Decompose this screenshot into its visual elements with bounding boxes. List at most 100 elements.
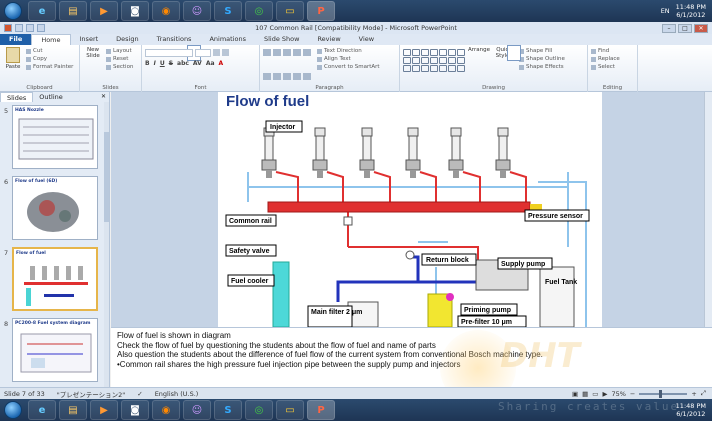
- skype-icon[interactable]: S: [214, 400, 242, 420]
- chat-icon[interactable]: ☺: [183, 400, 211, 420]
- tab-review[interactable]: Review: [308, 34, 349, 45]
- start-button[interactable]: [4, 2, 22, 20]
- powerpoint-icon[interactable]: P: [307, 400, 335, 420]
- explorer-icon[interactable]: ▤: [59, 1, 87, 21]
- shadow-button[interactable]: abc: [177, 60, 189, 67]
- align-text-button[interactable]: Align Text: [317, 55, 380, 63]
- reset-button[interactable]: Reset: [106, 55, 133, 63]
- fuel-flow-diagram[interactable]: Injector Common rail Pressure sensor Saf…: [218, 92, 602, 327]
- slide-sorter-icon[interactable]: ▦: [582, 390, 588, 398]
- tab-file[interactable]: File: [0, 34, 32, 45]
- shape-item[interactable]: [430, 65, 438, 72]
- strikethrough-button[interactable]: S: [169, 60, 173, 67]
- section-button[interactable]: Section: [106, 63, 133, 71]
- shape-item[interactable]: [439, 65, 447, 72]
- normal-view-icon[interactable]: ▣: [572, 390, 578, 398]
- thumbnail-slide-7[interactable]: 7 Flow of fuel: [0, 247, 105, 311]
- shape-effects-button[interactable]: Shape Effects: [519, 63, 565, 71]
- clock[interactable]: 11:48 PM 6/1/2012: [676, 3, 706, 19]
- thumbnail-slide-8[interactable]: 8 PC200-8 Fuel system diagram: [0, 318, 105, 382]
- media-player-icon[interactable]: ▶: [90, 400, 118, 420]
- folder-icon[interactable]: ▭: [276, 400, 304, 420]
- firefox-icon[interactable]: ◉: [152, 1, 180, 21]
- bold-button[interactable]: B: [145, 60, 150, 67]
- panel-scrollbar[interactable]: [104, 102, 109, 387]
- explorer-icon[interactable]: ▤: [59, 400, 87, 420]
- tab-outline[interactable]: Outline: [33, 92, 69, 102]
- zoom-slider[interactable]: [639, 389, 688, 398]
- layout-button[interactable]: Layout: [106, 47, 133, 55]
- zoom-slider-knob[interactable]: [659, 389, 663, 398]
- align-center-icon[interactable]: [273, 73, 281, 80]
- shape-item[interactable]: [421, 65, 429, 72]
- tab-home[interactable]: Home: [31, 34, 71, 45]
- camera-icon[interactable]: ◙: [121, 1, 149, 21]
- shape-item[interactable]: [448, 65, 456, 72]
- shape-item[interactable]: [457, 65, 465, 72]
- underline-button[interactable]: U: [160, 60, 165, 67]
- cut-button[interactable]: Cut: [26, 47, 73, 55]
- notes-pane[interactable]: Flow of fuel is shown in diagram Check t…: [111, 327, 712, 387]
- panel-scroll-thumb[interactable]: [104, 132, 109, 222]
- shape-outline-button[interactable]: Shape Outline: [519, 55, 565, 63]
- font-color-icon[interactable]: A: [219, 60, 224, 67]
- shape-item[interactable]: [457, 49, 465, 56]
- shrink-font-icon[interactable]: [222, 49, 229, 56]
- reading-view-icon[interactable]: ▭: [592, 390, 598, 398]
- fit-slide-icon[interactable]: ⤢: [701, 389, 706, 398]
- numbering-icon[interactable]: [273, 49, 281, 56]
- shape-item[interactable]: [412, 57, 420, 64]
- shape-item[interactable]: [457, 57, 465, 64]
- camera-icon[interactable]: ◙: [121, 400, 149, 420]
- shape-item[interactable]: [430, 57, 438, 64]
- tab-insert[interactable]: Insert: [71, 34, 108, 45]
- zoom-out-icon[interactable]: −: [630, 390, 635, 398]
- shape-item[interactable]: [412, 49, 420, 56]
- media-player-icon[interactable]: ▶: [90, 1, 118, 21]
- smartart-button[interactable]: Convert to SmartArt: [317, 63, 380, 71]
- clock-bottom[interactable]: 11:48 PM 6/1/2012: [676, 402, 706, 418]
- language-status[interactable]: English (U.S.): [155, 390, 199, 398]
- find-button[interactable]: Find: [591, 47, 634, 55]
- chat-icon[interactable]: ☺: [183, 1, 211, 21]
- chrome-icon[interactable]: ◎: [245, 1, 273, 21]
- grow-font-icon[interactable]: [213, 49, 220, 56]
- ie-icon[interactable]: e: [28, 400, 56, 420]
- shape-item[interactable]: [448, 57, 456, 64]
- slideshow-icon[interactable]: ▶: [602, 390, 607, 398]
- thumbnail-slide-5[interactable]: 5 HAS Nozzle: [0, 105, 105, 169]
- shape-item[interactable]: [439, 49, 447, 56]
- paste-button[interactable]: Paste: [3, 47, 23, 71]
- shapes-gallery[interactable]: [403, 49, 465, 72]
- new-slide-button[interactable]: New Slide: [83, 45, 201, 71]
- close-panel-icon[interactable]: ✕: [101, 93, 106, 100]
- italic-button[interactable]: I: [154, 60, 156, 67]
- change-case-button[interactable]: Aa: [206, 60, 215, 67]
- font-size-combo[interactable]: [195, 49, 211, 57]
- shape-item[interactable]: [403, 65, 411, 72]
- tab-view[interactable]: View: [350, 34, 383, 45]
- shape-fill-button[interactable]: Shape Fill: [519, 47, 565, 55]
- shape-item[interactable]: [448, 49, 456, 56]
- slide-vertical-scrollbar[interactable]: [704, 92, 712, 327]
- tab-transitions[interactable]: Transitions: [148, 34, 201, 45]
- thumbnail-slide-6[interactable]: 6 Flow of fuel (6D): [0, 176, 105, 240]
- shape-item[interactable]: [403, 49, 411, 56]
- zoom-level[interactable]: 75%: [611, 390, 625, 398]
- align-right-icon[interactable]: [283, 73, 291, 80]
- quick-styles-button[interactable]: Quick Styles: [493, 45, 521, 72]
- text-direction-button[interactable]: Text Direction: [317, 47, 380, 55]
- decrease-indent-icon[interactable]: [283, 49, 291, 56]
- format-painter-button[interactable]: Format Painter: [26, 63, 73, 71]
- line-spacing-icon[interactable]: [303, 49, 311, 56]
- firefox-icon[interactable]: ◉: [152, 400, 180, 420]
- arrange-button[interactable]: Arrange: [468, 45, 521, 72]
- language-indicator[interactable]: EN: [661, 7, 670, 15]
- folder-icon[interactable]: ▭: [276, 1, 304, 21]
- ie-icon[interactable]: e: [28, 1, 56, 21]
- zoom-in-icon[interactable]: +: [691, 390, 696, 398]
- char-spacing-button[interactable]: AV: [193, 60, 202, 67]
- tab-slide-show[interactable]: Slide Show: [255, 34, 308, 45]
- shape-item[interactable]: [403, 57, 411, 64]
- shape-item[interactable]: [421, 49, 429, 56]
